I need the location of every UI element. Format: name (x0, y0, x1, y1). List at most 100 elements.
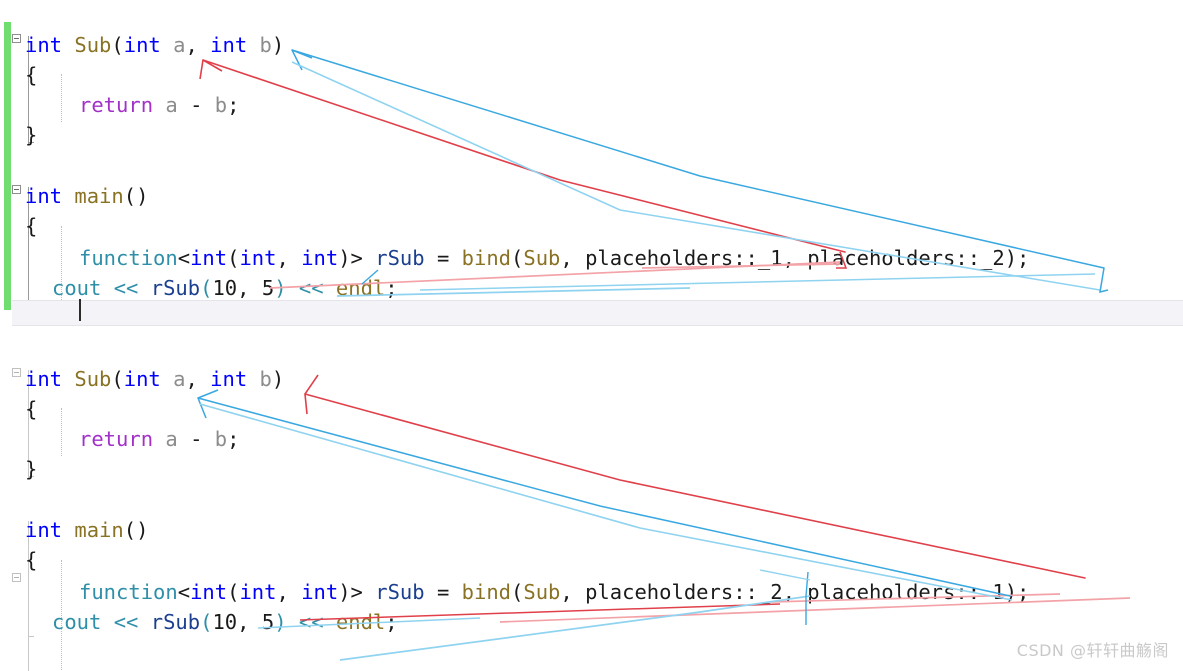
code-token: function (79, 580, 178, 604)
code-token: a (165, 93, 178, 117)
code-token: ) (274, 276, 287, 300)
code-token: << (113, 610, 139, 634)
code-line[interactable]: { (25, 394, 37, 424)
code-token: << (113, 276, 139, 300)
code-line[interactable]: { (25, 60, 37, 90)
code-token: b (214, 93, 228, 117)
code-token: rSub (375, 580, 425, 604)
code-token: b (259, 33, 272, 57)
fold-elbow-inner-2 (28, 630, 34, 637)
code-line[interactable]: } (25, 454, 37, 484)
code-line[interactable]: int main() (25, 515, 148, 545)
code-line[interactable]: } (25, 120, 37, 150)
code-token: b (214, 427, 228, 451)
code-token: rSub (375, 246, 425, 270)
code-token: 5 (261, 610, 275, 634)
code-token: Sub (523, 580, 561, 604)
code-token: )> (338, 246, 376, 270)
fold-box-main[interactable] (12, 185, 21, 194)
code-token: { (25, 397, 38, 421)
code-token: a (173, 33, 186, 57)
code-token: , placeholders::_1, placeholders::_2); (560, 246, 1030, 270)
watermark: CSDN @轩轩曲觞阁 (1016, 641, 1169, 660)
code-token: int (239, 580, 277, 604)
code-line[interactable]: function<int(int, int)> rSub = bind(Sub,… (79, 577, 1029, 607)
code-token: , (237, 276, 262, 300)
fold-box-sub[interactable] (12, 34, 21, 43)
code-token: bind (461, 580, 512, 604)
code-token: main (74, 184, 124, 208)
code-token: int (210, 367, 248, 391)
code-token: rSub (150, 610, 201, 634)
fold-box-inner-2[interactable] (12, 573, 21, 582)
code-token: endl (335, 276, 386, 300)
code-token: << (298, 276, 324, 300)
code-line[interactable]: cout << rSub(10, 5) << endl; (52, 273, 398, 303)
code-line[interactable]: { (25, 211, 37, 241)
code-token: ( (111, 33, 124, 57)
code-token: } (25, 123, 38, 147)
code-token: Sub (74, 33, 112, 57)
code-token: ( (227, 246, 240, 270)
code-line[interactable]: return a - b; (79, 424, 239, 454)
code-token: a (173, 367, 186, 391)
code-token: - (177, 427, 215, 451)
code-line[interactable]: function<int(int, int)> rSub = bind(Sub,… (79, 243, 1029, 273)
code-token: , (237, 610, 262, 634)
code-token: ( (111, 367, 124, 391)
code-editor[interactable]: int Sub(int a, int b){return a - b;} int … (0, 0, 1183, 671)
code-token: int (301, 246, 339, 270)
code-token: endl (335, 610, 386, 634)
code-token: - (177, 93, 215, 117)
code-token: int (190, 580, 228, 604)
code-token: ) (274, 610, 287, 634)
code-token: ( (200, 276, 213, 300)
code-token: { (25, 63, 38, 87)
code-token: ( (511, 580, 524, 604)
code-token: { (25, 214, 38, 238)
code-line[interactable]: int Sub(int a, int b) (25, 364, 284, 394)
indent-guide-sub (61, 74, 62, 122)
code-token: < (177, 580, 191, 604)
code-line[interactable]: int Sub(int a, int b) (25, 30, 284, 60)
code-token: 10 (212, 610, 238, 634)
code-token: = (424, 246, 462, 270)
code-token: cout (52, 610, 102, 634)
code-line[interactable]: return a - b; (79, 90, 239, 120)
code-token: ) (271, 33, 285, 57)
code-token: ; (385, 276, 398, 300)
code-token: return (79, 427, 154, 451)
code-token: , (185, 33, 211, 57)
code-line[interactable]: int main() (25, 181, 148, 211)
code-token: int (123, 33, 161, 57)
code-token: ; (227, 93, 240, 117)
code-token: ) (271, 367, 285, 391)
code-token: ( (200, 610, 213, 634)
code-snippet-2[interactable]: int Sub(int a, int b){return a - b;} int … (0, 334, 1183, 671)
code-snippet-1[interactable]: int Sub(int a, int b){return a - b;} int … (0, 0, 1183, 326)
code-token: = (424, 580, 462, 604)
code-line[interactable]: cout << rSub(10, 5) << endl; (52, 607, 398, 637)
code-token: int (210, 33, 248, 57)
fold-box-sub-2[interactable] (12, 368, 21, 377)
code-token: cout (52, 276, 102, 300)
code-token: int (25, 184, 63, 208)
code-line[interactable]: { (25, 545, 37, 575)
code-token: < (177, 246, 191, 270)
code-token: int (123, 367, 161, 391)
code-token: rSub (150, 276, 201, 300)
code-token: ( (511, 246, 524, 270)
code-token: { (25, 548, 38, 572)
